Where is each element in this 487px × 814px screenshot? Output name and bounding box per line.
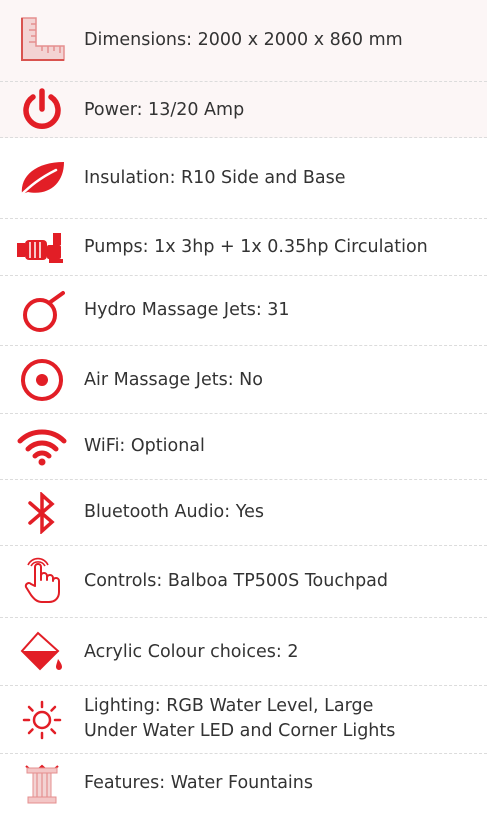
spec-row-lighting: Lighting: RGB Water Level, Large Under W… bbox=[0, 686, 487, 754]
spec-label: Power: 13/20 Amp bbox=[84, 100, 245, 120]
spec-row-power: Power: 13/20 Amp bbox=[0, 82, 487, 138]
spec-label: Features: Water Fountains bbox=[84, 773, 313, 793]
spec-row-wifi: WiFi: Optional bbox=[0, 414, 487, 480]
spec-label: Bluetooth Audio: Yes bbox=[84, 502, 264, 522]
spec-row-acrylic-colour: Acrylic Colour choices: 2 bbox=[0, 618, 487, 686]
spec-label: Controls: Balboa TP500S Touchpad bbox=[84, 571, 389, 591]
fountain-icon bbox=[14, 756, 70, 812]
spec-label: WiFi: Optional bbox=[84, 436, 205, 456]
spec-row-insulation: Insulation: R10 Side and Base bbox=[0, 138, 487, 219]
spec-label: Lighting: RGB Water Level, Large Under W… bbox=[84, 694, 483, 744]
spec-label: Dimensions: 2000 x 2000 x 860 mm bbox=[84, 30, 403, 50]
spec-row-pumps: Pumps: 1x 3hp + 1x 0.35hp Circulation bbox=[0, 219, 487, 276]
spec-row-air-jets: Air Massage Jets: No bbox=[0, 346, 487, 414]
spec-label: Air Massage Jets: No bbox=[84, 370, 263, 390]
bluetooth-icon bbox=[14, 485, 70, 541]
power-icon bbox=[14, 82, 70, 138]
spec-label-line: Lighting: RGB Water Level, Large bbox=[84, 696, 374, 716]
wifi-icon bbox=[14, 419, 70, 475]
spec-label: Acrylic Colour choices: 2 bbox=[84, 642, 299, 662]
spec-label: Insulation: R10 Side and Base bbox=[84, 168, 346, 188]
spec-row-bluetooth: Bluetooth Audio: Yes bbox=[0, 480, 487, 546]
spec-row-controls: Controls: Balboa TP500S Touchpad bbox=[0, 546, 487, 618]
jet-ring-icon bbox=[14, 284, 70, 340]
paint-bucket-icon bbox=[14, 622, 70, 682]
spec-label: Hydro Massage Jets: 31 bbox=[84, 300, 290, 320]
spec-row-features: Features: Water Fountains bbox=[0, 754, 487, 814]
touch-hand-icon bbox=[14, 550, 70, 610]
target-icon bbox=[14, 352, 70, 408]
pump-icon bbox=[14, 219, 70, 276]
spec-row-hydro-jets: Hydro Massage Jets: 31 bbox=[0, 276, 487, 346]
spec-row-dimensions: Dimensions: 2000 x 2000 x 860 mm bbox=[0, 0, 487, 82]
sun-icon bbox=[14, 690, 70, 750]
spec-list: Dimensions: 2000 x 2000 x 860 mm Power: … bbox=[0, 0, 487, 814]
spec-label: Pumps: 1x 3hp + 1x 0.35hp Circulation bbox=[84, 237, 428, 257]
spec-label-line: Under Water LED and Corner Lights bbox=[84, 721, 396, 741]
ruler-icon bbox=[14, 10, 70, 70]
leaf-icon bbox=[14, 148, 70, 208]
